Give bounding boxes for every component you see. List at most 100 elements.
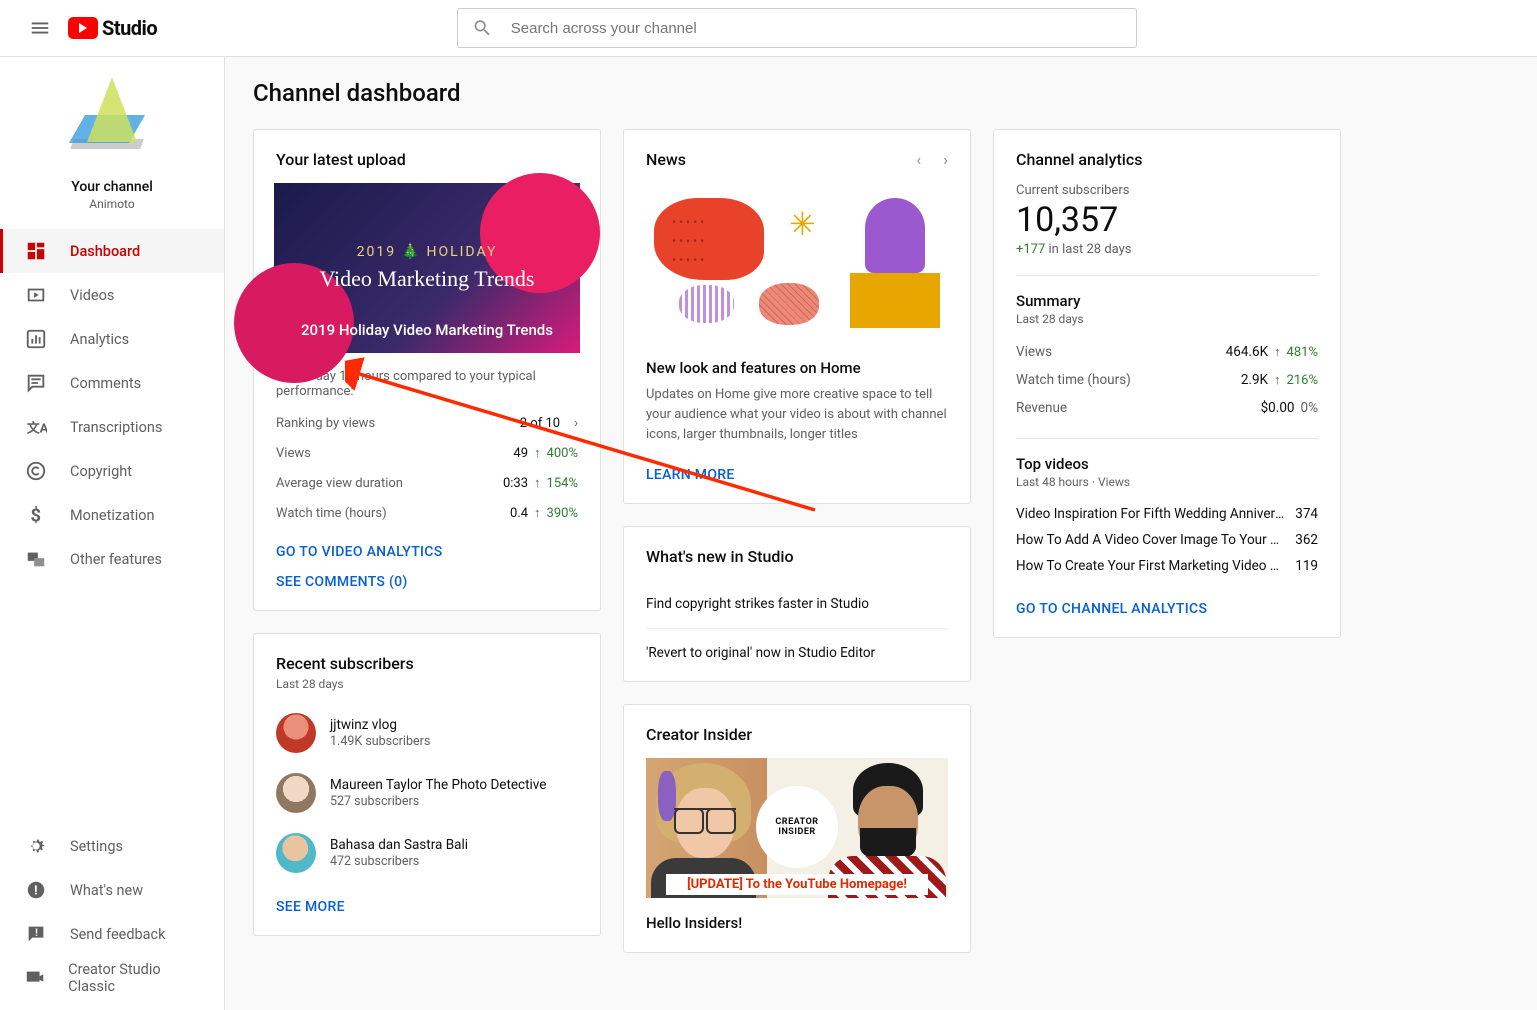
views-row: Views 49↑400% [276,438,578,468]
menu-button[interactable] [20,8,60,48]
creator-insider-card: Creator Insider CREATOR INSIDER [UPDATE]… [623,704,971,953]
svg-text:文A: 文A [27,421,47,437]
thumb-text: Video Marketing Trends [319,266,534,292]
stat-delta: 154% [547,476,578,491]
top-video-item[interactable]: How To Add A Video Cover Image To Your F… [1016,527,1318,553]
metric-label: Watch time (hours) [1016,372,1131,388]
comments-icon [24,371,48,395]
summary-period: Last 28 days [1016,312,1318,326]
see-more-link[interactable]: SEE MORE [276,899,578,915]
nav-transcriptions[interactable]: 文A Transcriptions [0,405,224,449]
nav-settings[interactable]: Settings [0,824,224,868]
creator-headline: Hello Insiders! [646,914,948,932]
avd-row: Average view duration 0:33↑154% [276,468,578,498]
top-video-item[interactable]: Video Inspiration For Fifth Wedding Anni… [1016,501,1318,527]
logo[interactable]: Studio [68,16,157,40]
card-title: Creator Insider [646,725,948,744]
subscriber-count: 527 subscribers [330,794,546,809]
creator-thumbnail[interactable]: CREATOR INSIDER [UPDATE] To the YouTube … [646,758,948,898]
nav-footer: Settings ! What's new ! Send feedback Cr… [0,824,224,1010]
your-channel-label: Your channel [0,179,224,195]
nav-label: Creator Studio Classic [68,961,200,995]
card-title: Channel analytics [1016,150,1318,169]
nav-whats-new[interactable]: ! What's new [0,868,224,912]
thumb-text: 2019 🎄 HOLIDAY [357,244,498,260]
subscriber-name: jjtwinz vlog [330,717,430,733]
avatar [276,833,316,873]
hamburger-icon [29,17,51,39]
nav-comments[interactable]: Comments [0,361,224,405]
whats-new-item[interactable]: 'Revert to original' now in Studio Edito… [646,629,948,661]
nav-other-features[interactable]: Other features [0,537,224,581]
videos-icon [24,283,48,307]
nav-label: Other features [70,551,162,568]
news-body: Updates on Home give more creative space… [646,385,948,445]
metric-watch-time: Watch time (hours) 2.9K↑216% [1016,366,1318,394]
nav-feedback[interactable]: ! Send feedback [0,912,224,956]
ranking-row[interactable]: Ranking by views 2 of 10 › [276,409,578,438]
svg-text:!: ! [34,884,37,899]
top-video-title: How To Create Your First Marketing Video… [1016,558,1285,574]
arrow-up-icon: ↑ [1274,344,1281,360]
search-icon [472,17,493,39]
nav-label: Settings [70,838,123,855]
nav-label: Dashboard [70,243,140,260]
search-input[interactable] [511,20,1122,37]
arrow-up-icon: ↑ [1274,372,1281,388]
chevron-right-icon: › [574,416,578,431]
top-video-item[interactable]: How To Create Your First Marketing Video… [1016,553,1318,579]
subscriber-item[interactable]: Bahasa dan Sastra Bali472 subscribers [276,823,578,883]
nav-label: Copyright [70,463,132,480]
news-title: New look and features on Home [646,359,948,377]
nav-copyright[interactable]: Copyright [0,449,224,493]
subscriber-item[interactable]: jjtwinz vlog1.49K subscribers [276,703,578,763]
stat-value: 2 of 10 [520,416,560,431]
stat-value: 0.4 [510,506,528,521]
metric-value: 2.9K [1241,372,1268,388]
nav-label: What's new [70,882,143,899]
nav-videos[interactable]: Videos [0,273,224,317]
news-prev-button[interactable]: ‹ [916,150,921,169]
nav-analytics[interactable]: Analytics [0,317,224,361]
transcriptions-icon: 文A [24,415,48,439]
whatsnew-icon: ! [24,878,48,902]
logo-text: Studio [102,16,157,40]
channel-analytics-link[interactable]: GO TO CHANNEL ANALYTICS [1016,601,1318,617]
main-content: Channel dashboard Your latest upload 201… [225,57,1537,1010]
video-analytics-link[interactable]: GO TO VIDEO ANALYTICS [276,544,578,560]
card-title: Your latest upload [276,150,578,169]
nav-dashboard[interactable]: Dashboard [0,229,224,273]
analytics-icon [24,327,48,351]
subscriber-item[interactable]: Maureen Taylor The Photo Detective527 su… [276,763,578,823]
watch-row: Watch time (hours) 0.4↑390% [276,498,578,528]
top-video-views: 119 [1295,558,1318,574]
top-video-title: How To Add A Video Cover Image To Your F… [1016,532,1285,548]
channel-analytics-card: Channel analytics Current subscribers 10… [993,129,1341,638]
nav-classic[interactable]: Creator Studio Classic [0,956,224,1000]
search-box[interactable] [457,8,1137,48]
nav-label: Analytics [70,331,129,348]
copyright-icon [24,459,48,483]
stat-label: Ranking by views [276,416,375,431]
feedback-icon: ! [24,922,48,946]
learn-more-link[interactable]: LEARN MORE [646,467,948,483]
page-title: Channel dashboard [253,79,1509,107]
see-comments-link[interactable]: SEE COMMENTS (0) [276,574,578,590]
video-thumbnail[interactable]: 2019 🎄 HOLIDAY Video Marketing Trends 20… [274,183,580,353]
metric-views: Views 464.6K↑481% [1016,338,1318,366]
creator-banner: [UPDATE] To the YouTube Homepage! [666,874,928,895]
stat-delta: 390% [547,506,578,521]
subscribers-value: 10,357 [1016,200,1318,240]
card-title: News [646,150,686,169]
news-illustration: ✳ [644,193,950,341]
nav-monetization[interactable]: $ Monetization [0,493,224,537]
channel-name: Animoto [0,197,224,211]
top-video-title: Video Inspiration For Fifth Wedding Anni… [1016,506,1285,522]
subscriber-name: Bahasa dan Sastra Bali [330,837,468,853]
stat-label: Average view duration [276,476,403,491]
channel-block[interactable]: Your channel Animoto [0,57,224,229]
news-next-button[interactable]: › [943,150,948,169]
whats-new-item[interactable]: Find copyright strikes faster in Studio [646,580,948,629]
svg-text:$: $ [31,505,42,526]
nav-label: Monetization [70,507,155,524]
